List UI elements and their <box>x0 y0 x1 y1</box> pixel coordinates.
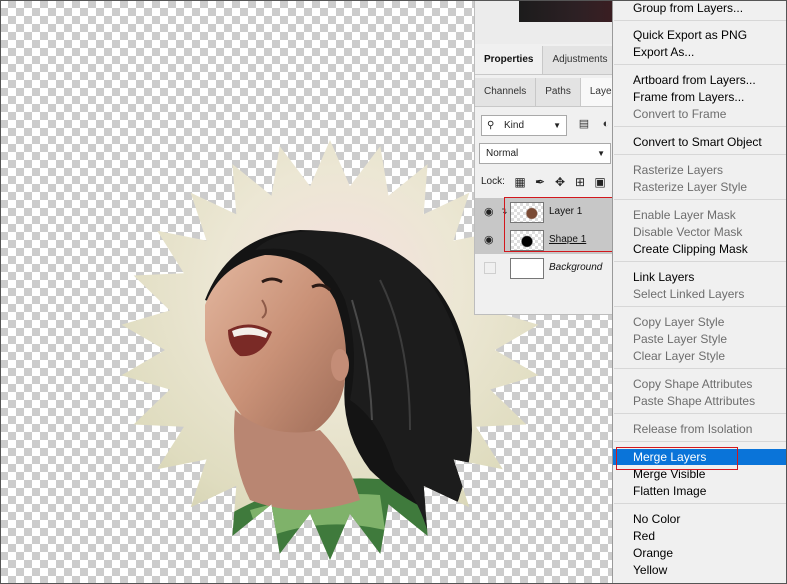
visibility-eye-icon[interactable]: ◉ <box>484 234 494 246</box>
layers-panel: Properties Adjustments Channels Paths La… <box>474 0 615 315</box>
menu-item-frame-from-layers[interactable]: Frame from Layers... <box>633 89 783 106</box>
menu-separator <box>614 441 787 442</box>
menu-separator <box>614 368 787 369</box>
menu-item-enable-layer-mask: Enable Layer Mask <box>633 208 736 222</box>
tab-adjustments[interactable]: Adjustments <box>543 46 615 74</box>
menu-separator <box>614 306 787 307</box>
layer-context-menu: Group from Layers... Quick Export as PNG… <box>612 0 787 584</box>
lock-transparency-icon[interactable]: ▦ <box>513 173 527 191</box>
menu-item-quick-export-png[interactable]: Quick Export as PNG <box>633 27 783 44</box>
menu-separator <box>614 154 787 155</box>
lock-image-brush-icon[interactable]: ✒ <box>533 173 547 191</box>
annotation-highlight-merge <box>616 447 738 470</box>
menu-separator <box>614 413 787 414</box>
menu-item-rasterize-layer-style: Rasterize Layer Style <box>633 180 748 194</box>
kind-filter-select[interactable]: ⚲ Kind ▼ <box>481 115 567 136</box>
blend-mode-label: Normal <box>486 148 519 159</box>
chevron-down-icon: ▼ <box>553 121 561 130</box>
tab-layers[interactable]: Layers <box>580 78 615 106</box>
menu-item-copy-layer-style: Copy Layer Style <box>633 315 725 329</box>
menu-item-clear-layer-style: Clear Layer Style <box>633 349 726 363</box>
search-icon: ⚲ <box>487 120 495 131</box>
menu-item-release-from-isolation: Release from Isolation <box>633 422 753 436</box>
kind-filter-label: Kind <box>504 120 525 131</box>
chevron-down-icon: ▼ <box>597 149 605 158</box>
visibility-eye-icon[interactable]: ◉ <box>484 206 494 218</box>
tab-channels[interactable]: Channels <box>475 78 537 106</box>
adjustment-filter-icon[interactable]: ◐ <box>599 117 613 131</box>
menu-item-convert-to-smart-object[interactable]: Convert to Smart Object <box>633 134 783 151</box>
menu-item-orange[interactable]: Orange <box>633 545 783 562</box>
menu-item-export-as[interactable]: Export As... <box>633 44 783 61</box>
menu-item-link-layers[interactable]: Link Layers <box>633 269 783 286</box>
menu-item-artboard-from-layers[interactable]: Artboard from Layers... <box>633 72 783 89</box>
menu-separator <box>614 261 787 262</box>
layer-row-background[interactable]: Background <box>475 254 615 282</box>
menu-separator <box>614 20 787 21</box>
menu-item-paste-shape-attributes: Paste Shape Attributes <box>633 394 756 408</box>
menu-item-rasterize-layers: Rasterize Layers <box>633 163 724 177</box>
blend-mode-select[interactable]: Normal ▼ <box>479 143 611 164</box>
background-thumbnail <box>510 258 544 279</box>
menu-item-group-from-layers[interactable]: Group from Layers... <box>633 0 783 17</box>
menu-item-select-linked-layers: Select Linked Layers <box>633 287 745 301</box>
tab-paths[interactable]: Paths <box>536 78 581 106</box>
pixel-filter-icon[interactable]: ▤ <box>577 117 591 131</box>
panel-preview-strip <box>475 0 615 44</box>
menu-item-flatten-image[interactable]: Flatten Image <box>633 483 783 500</box>
tab-properties[interactable]: Properties <box>475 46 544 74</box>
lock-all-icon[interactable]: ▣ <box>593 173 607 191</box>
menu-item-convert-to-frame: Convert to Frame <box>633 107 727 121</box>
menu-separator <box>614 126 787 127</box>
lock-row: Lock: ▦ ✒ ✥ ⊞ ▣ <box>481 173 615 191</box>
panel-tabs-bottom: Channels Paths Layers <box>475 78 615 107</box>
visibility-toggle-empty[interactable] <box>484 262 496 274</box>
annotation-highlight-layers <box>504 197 615 252</box>
layer-name[interactable]: Background <box>549 254 602 282</box>
menu-separator <box>614 64 787 65</box>
layer-filter-row: ⚲ Kind ▼ ▤ ◐ <box>479 113 615 137</box>
menu-item-yellow[interactable]: Yellow <box>633 562 783 579</box>
menu-item-create-clipping-mask[interactable]: Create Clipping Mask <box>633 241 783 258</box>
lock-artboard-crop-icon[interactable]: ⊞ <box>573 173 587 191</box>
menu-item-paste-layer-style: Paste Layer Style <box>633 332 728 346</box>
menu-item-disable-vector-mask: Disable Vector Mask <box>633 225 743 239</box>
lock-label: Lock: <box>481 176 505 187</box>
lock-position-move-icon[interactable]: ✥ <box>553 173 567 191</box>
menu-separator <box>614 503 787 504</box>
menu-item-red[interactable]: Red <box>633 528 783 545</box>
panel-tabs-top: Properties Adjustments <box>475 46 615 75</box>
menu-item-copy-shape-attributes: Copy Shape Attributes <box>633 377 753 391</box>
menu-separator <box>614 199 787 200</box>
menu-item-no-color[interactable]: No Color <box>633 511 783 528</box>
